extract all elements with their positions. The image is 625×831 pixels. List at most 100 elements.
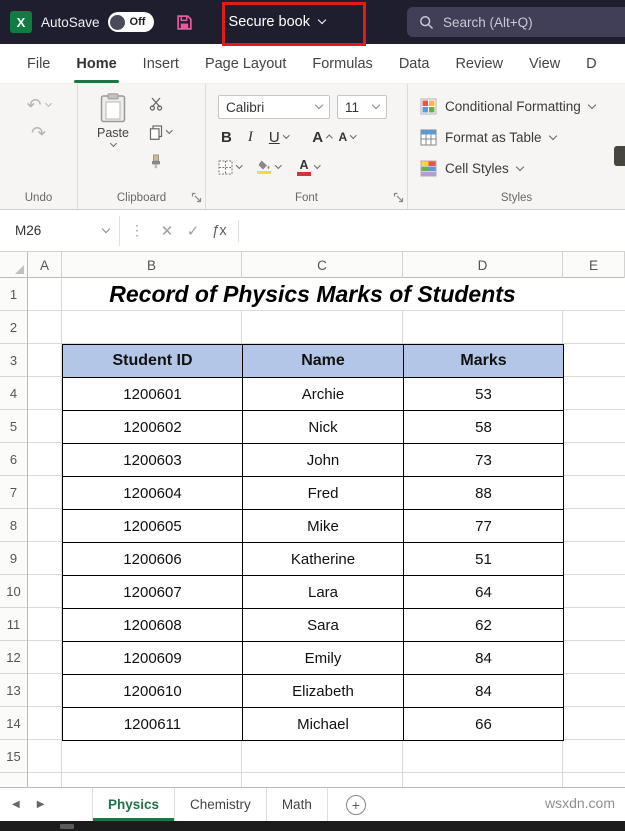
row-header-7[interactable]: 7 (0, 476, 27, 509)
font-size-combo[interactable]: 11 (337, 95, 387, 119)
row-header-15[interactable]: 15 (0, 740, 27, 773)
row-header-5[interactable]: 5 (0, 410, 27, 443)
spreadsheet-grid[interactable]: ABCDE 1 2 3 4 5 6 7 8 9 10 11 12 13 14 15 Record of Ph… (0, 252, 625, 787)
paste-button[interactable]: Paste (87, 91, 139, 170)
table-cell[interactable]: 1200607 (62, 575, 243, 609)
table-cell[interactable]: 1200603 (62, 443, 243, 477)
column-header-D[interactable]: D (403, 252, 563, 278)
row-header-14[interactable]: 14 (0, 707, 27, 740)
table-cell[interactable]: Lara (242, 575, 404, 609)
sheet-tab-physics[interactable]: Physics (92, 788, 176, 821)
select-all-corner[interactable] (0, 252, 28, 278)
font-color-button[interactable]: A (297, 158, 321, 176)
table-cell[interactable]: Katherine (242, 542, 404, 576)
row-header-3[interactable]: 3 (0, 344, 27, 377)
table-cell[interactable]: 1200611 (62, 707, 243, 741)
table-header-cell[interactable]: Marks (403, 344, 564, 378)
sheet-nav-left-icon[interactable]: ◀ (12, 799, 20, 810)
italic-button[interactable]: I (242, 129, 259, 146)
sheet-title-cell[interactable]: Record of Physics Marks of Students (62, 278, 563, 310)
row-header-2[interactable]: 2 (0, 311, 27, 344)
column-header-E[interactable]: E (563, 252, 625, 278)
table-cell[interactable]: Nick (242, 410, 404, 444)
column-header-C[interactable]: C (242, 252, 403, 278)
new-sheet-button[interactable]: + (345, 794, 366, 815)
ribbon-tab-view[interactable]: View (516, 44, 573, 83)
table-cell[interactable]: Sara (242, 608, 404, 642)
insert-function-icon[interactable]: ƒx (206, 223, 232, 239)
font-name-combo[interactable]: Calibri (218, 95, 330, 119)
row-header-13[interactable]: 13 (0, 674, 27, 707)
font-dialog-launcher-icon[interactable] (393, 192, 404, 203)
conditional-formatting-button[interactable]: Conditional Formatting (420, 91, 625, 122)
copy-button[interactable] (149, 123, 173, 141)
table-header-cell[interactable]: Student ID (62, 344, 243, 378)
borders-button[interactable] (218, 160, 243, 175)
column-header-A[interactable]: A (28, 252, 62, 278)
increase-font-size-button[interactable]: A (312, 129, 333, 146)
table-cell[interactable]: Mike (242, 509, 404, 543)
table-cell[interactable]: Emily (242, 641, 404, 675)
save-button[interactable] (176, 14, 193, 31)
row-header-10[interactable]: 10 (0, 575, 27, 608)
row-header-9[interactable]: 9 (0, 542, 27, 575)
table-cell[interactable]: 66 (403, 707, 564, 741)
table-header-cell[interactable]: Name (242, 344, 404, 378)
undo-button[interactable]: ↶ (26, 96, 52, 114)
workbook-name-dropdown[interactable]: Secure book (223, 10, 331, 34)
row-header-6[interactable]: 6 (0, 443, 27, 476)
excel-logo-icon[interactable]: X (10, 11, 32, 33)
enter-icon[interactable]: ✓ (180, 222, 206, 240)
ribbon-tab-data[interactable]: Data (386, 44, 443, 83)
table-cell[interactable]: Fred (242, 476, 404, 510)
underline-button[interactable]: U (266, 129, 291, 146)
table-cell[interactable]: 64 (403, 575, 564, 609)
ribbon-tab-formulas[interactable]: Formulas (299, 44, 385, 83)
fill-color-button[interactable] (257, 160, 281, 175)
clipboard-dialog-launcher-icon[interactable] (191, 192, 202, 203)
search-box[interactable]: Search (Alt+Q) (407, 7, 625, 37)
bold-button[interactable]: B (218, 129, 235, 146)
ribbon-tab-page-layout[interactable]: Page Layout (192, 44, 299, 83)
table-cell[interactable]: 1200602 (62, 410, 243, 444)
format-painter-button[interactable] (149, 152, 172, 170)
formula-bar-dots-icon[interactable]: ⋮ (120, 222, 154, 239)
table-cell[interactable]: 84 (403, 641, 564, 675)
ribbon-tab-d[interactable]: D (573, 44, 609, 83)
sheet-tab-math[interactable]: Math (267, 788, 328, 821)
formula-input[interactable] (245, 210, 625, 251)
cancel-icon[interactable]: ✕ (154, 222, 180, 240)
table-cell[interactable]: 73 (403, 443, 564, 477)
format-as-table-button[interactable]: Format as Table (420, 122, 625, 153)
table-cell[interactable]: 84 (403, 674, 564, 708)
row-header-12[interactable]: 12 (0, 641, 27, 674)
table-cell[interactable]: 77 (403, 509, 564, 543)
cut-button[interactable] (149, 94, 172, 112)
row-header-8[interactable]: 8 (0, 509, 27, 542)
ribbon-tab-insert[interactable]: Insert (130, 44, 192, 83)
name-box[interactable]: M26 (2, 215, 120, 246)
table-cell[interactable]: Archie (242, 377, 404, 411)
table-cell[interactable]: 1200604 (62, 476, 243, 510)
table-cell[interactable]: Elizabeth (242, 674, 404, 708)
table-cell[interactable]: 1200606 (62, 542, 243, 576)
decrease-font-size-button[interactable]: A (339, 130, 357, 144)
table-cell[interactable]: 1200608 (62, 608, 243, 642)
ribbon-tab-file[interactable]: File (14, 44, 63, 83)
row-header-4[interactable]: 4 (0, 377, 27, 410)
table-cell[interactable]: 53 (403, 377, 564, 411)
table-cell[interactable]: 58 (403, 410, 564, 444)
sheet-tab-chemistry[interactable]: Chemistry (175, 788, 267, 821)
autosave-toggle[interactable]: Off (107, 12, 154, 32)
table-cell[interactable]: 1200605 (62, 509, 243, 543)
row-header-1[interactable]: 1 (0, 278, 27, 311)
table-cell[interactable]: John (242, 443, 404, 477)
redo-button[interactable]: ↷ (31, 124, 46, 142)
cell-styles-button[interactable]: Cell Styles (420, 153, 625, 184)
sheet-nav-right-icon[interactable]: ▶ (37, 799, 45, 810)
ribbon-tab-review[interactable]: Review (442, 44, 516, 83)
table-cell[interactable]: 1200601 (62, 377, 243, 411)
ribbon-tab-home[interactable]: Home (63, 44, 129, 83)
row-header-11[interactable]: 11 (0, 608, 27, 641)
table-cell[interactable]: Michael (242, 707, 404, 741)
